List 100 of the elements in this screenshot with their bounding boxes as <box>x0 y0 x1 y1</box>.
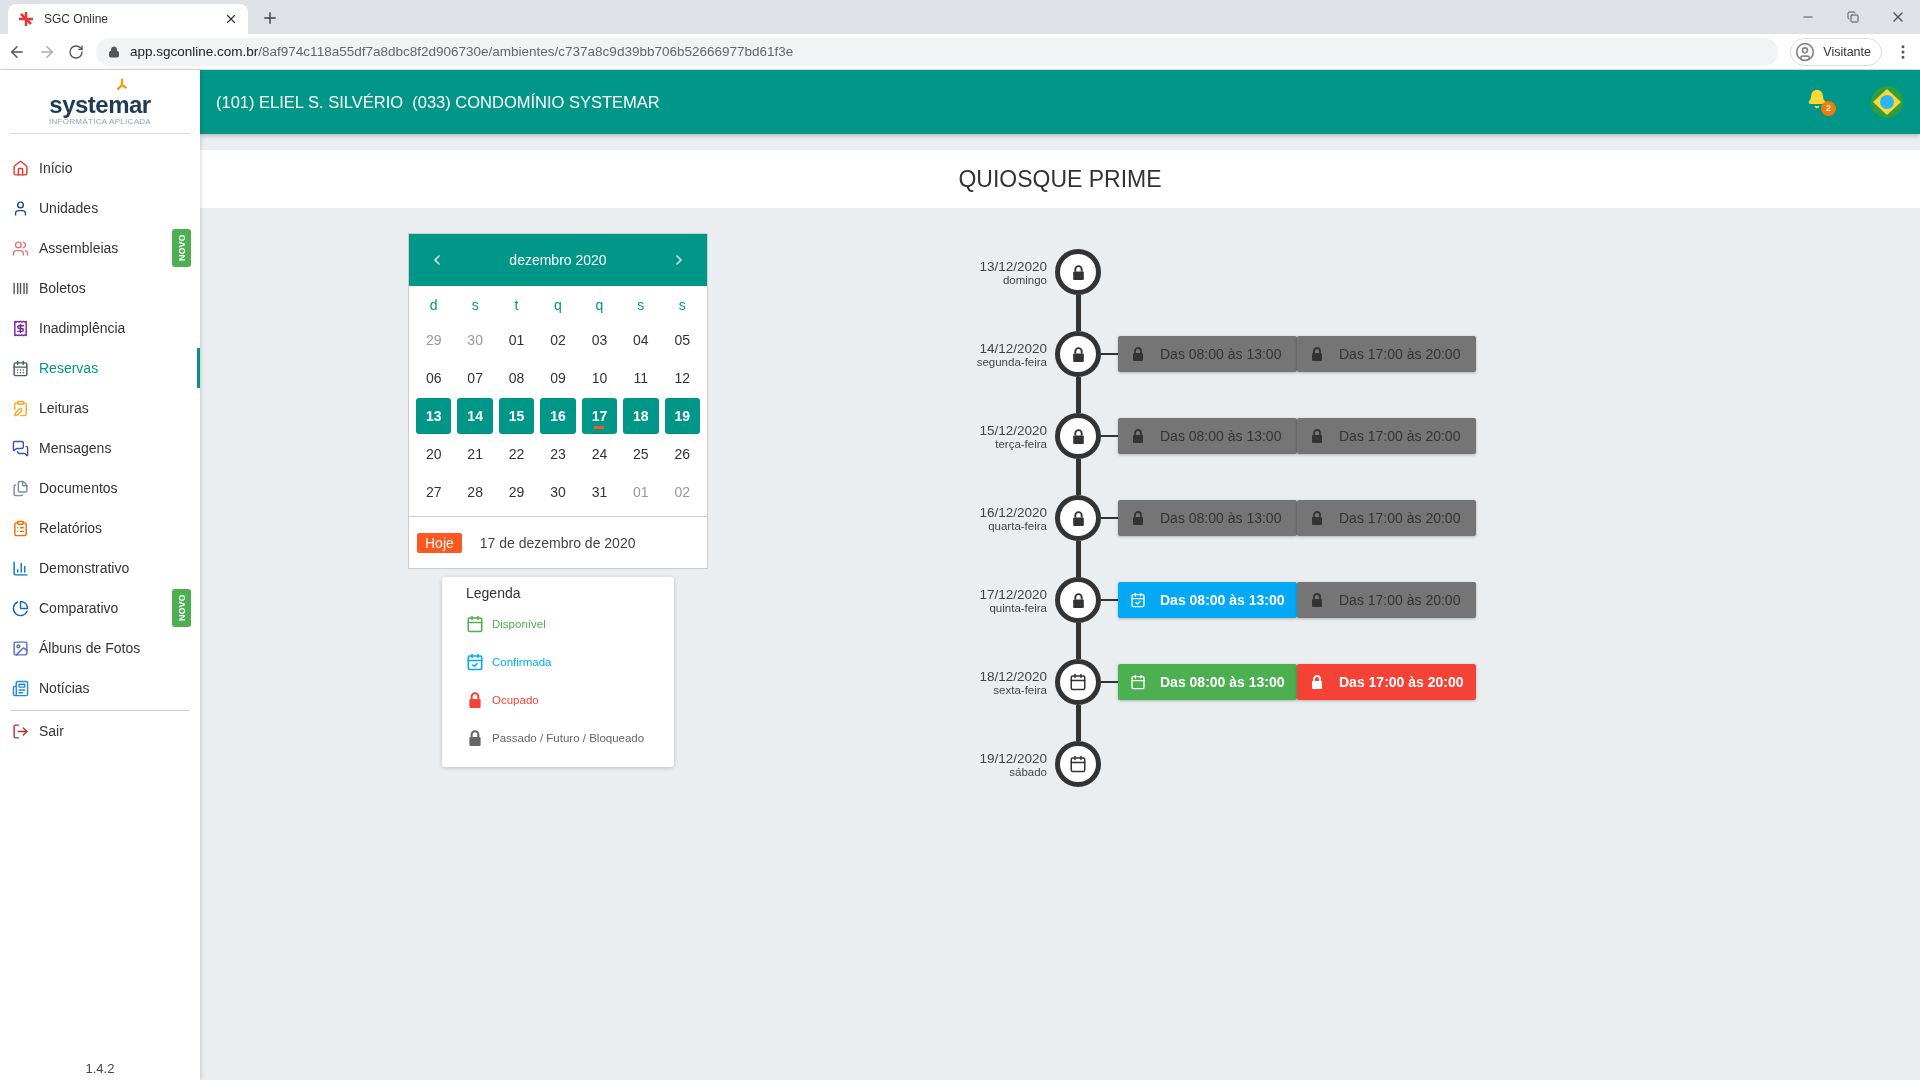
date-text: 14/12/2020 <box>979 340 1047 356</box>
lock-icon <box>1130 510 1146 526</box>
menu-item[interactable]: Relatórios <box>0 508 200 548</box>
menu-item[interactable]: Unidades <box>0 188 200 228</box>
address-bar[interactable]: app.sgconline.com.br/8af974c118a55df7a8dbc8f2d906730e/ambientes/c737a8c9d39bb706b52666977bd61f3e <box>96 37 1779 66</box>
calendar-day[interactable]: 06 <box>416 360 452 396</box>
chart-icon <box>12 559 29 577</box>
calendar-day[interactable]: 31 <box>581 474 618 510</box>
calendar-day[interactable]: 13 <box>416 398 452 434</box>
calendar-day[interactable]: 25 <box>623 436 659 472</box>
date-text: 13/12/2020 <box>979 258 1047 274</box>
weekday-text: sexta-feira <box>993 683 1047 696</box>
calendar-day[interactable]: 19 <box>664 398 700 434</box>
chat-icon <box>12 439 29 457</box>
version-text: 1.4.2 <box>84 1061 116 1078</box>
menu-item[interactable]: Inadimplência <box>0 308 200 348</box>
calendar-day[interactable]: 26 <box>664 436 700 472</box>
close-icon[interactable] <box>224 12 238 26</box>
calendar-day[interactable]: 16 <box>540 398 576 434</box>
lock-icon <box>466 691 484 709</box>
calendar-icon <box>1069 755 1087 773</box>
bell-icon <box>1807 88 1827 109</box>
menu-item[interactable]: Comparativo NOVO <box>0 588 200 628</box>
calendar-day[interactable]: 21 <box>457 436 493 472</box>
weekday-label: q <box>594 296 605 315</box>
menu-item[interactable]: Boletos <box>0 268 200 308</box>
calendar-day[interactable]: 11 <box>623 360 659 396</box>
calendar-day[interactable]: 18 <box>623 398 659 434</box>
menu-item[interactable]: Reservas <box>0 348 200 388</box>
new-tab-icon[interactable] <box>261 9 279 27</box>
calendar-day[interactable]: 05 <box>664 322 700 358</box>
calendar-day[interactable]: 15 <box>498 398 535 434</box>
lock-icon <box>1130 346 1146 362</box>
date-text: 15/12/2020 <box>979 422 1047 438</box>
newspaper-icon <box>12 679 29 697</box>
weekday-label: q <box>553 296 563 315</box>
calendar-day[interactable]: 30 <box>540 474 576 510</box>
date-text: 18/12/2020 <box>979 668 1047 684</box>
calendar-day[interactable]: 04 <box>623 322 659 358</box>
logo-mark-icon <box>115 77 129 92</box>
notification-count: 2 <box>1821 100 1836 116</box>
today-badge: Hoje <box>417 532 462 553</box>
calendar-day[interactable]: 07 <box>457 360 493 396</box>
calendar-day[interactable]: 14 <box>457 398 493 434</box>
weekday-text: terça-feira <box>995 437 1047 450</box>
menu-item[interactable]: Demonstrativo <box>0 548 200 588</box>
calendar-icon <box>12 359 29 377</box>
menu-item[interactable]: Mensagens <box>0 428 200 468</box>
menu-item[interactable]: Documentos <box>0 468 200 508</box>
month-title: dezembro 2020 <box>509 252 607 268</box>
calendar-day[interactable]: 08 <box>498 360 535 396</box>
calendar-day[interactable]: 03 <box>581 322 618 358</box>
weekday-text: quinta-feira <box>989 601 1047 614</box>
logout-icon <box>12 722 29 740</box>
logo-icon <box>18 11 34 27</box>
calendar-day[interactable]: 23 <box>540 436 576 472</box>
tab-title: SGC Online <box>44 12 110 26</box>
calendar-day[interactable]: 17 <box>581 398 618 434</box>
legend-label: Ocupado <box>492 694 539 706</box>
time-slot[interactable]: Das 17:00 às 20:00 <box>1297 664 1476 700</box>
date-text: 17/12/2020 <box>979 586 1047 602</box>
calendar-day[interactable]: 09 <box>540 360 576 396</box>
calendar-day[interactable]: 29 <box>498 474 535 510</box>
menu-item[interactable]: Álbuns de Fotos <box>0 628 200 668</box>
calendar-day[interactable]: 01 <box>498 322 535 358</box>
calendar-day[interactable]: 22 <box>498 436 535 472</box>
date-text: 16/12/2020 <box>979 504 1047 520</box>
calendar-icon <box>466 615 484 633</box>
reload-icon[interactable] <box>68 43 84 60</box>
date-text: 19/12/2020 <box>979 750 1047 766</box>
flag-icon[interactable] <box>1870 85 1904 119</box>
calendar-day[interactable]: 10 <box>581 360 618 396</box>
calendar-icon <box>1130 674 1146 690</box>
calendar-day[interactable]: 27 <box>416 474 452 510</box>
documents-icon <box>12 479 29 497</box>
menu-item[interactable]: Leituras <box>0 388 200 428</box>
calendar-day[interactable]: 12 <box>664 360 700 396</box>
image-icon <box>12 639 29 657</box>
lock-icon <box>1309 674 1325 690</box>
lock-icon <box>108 45 120 58</box>
weekday-label: s <box>677 296 687 315</box>
menu-item[interactable]: Notícias <box>0 668 200 708</box>
clipboard-icon <box>12 519 29 537</box>
restore-icon[interactable] <box>1846 11 1859 23</box>
new-badge: NOVO <box>172 229 191 267</box>
calendar-day[interactable]: 02 <box>540 322 576 358</box>
weekday-label: s <box>636 296 646 315</box>
receipt-icon <box>12 319 29 337</box>
menu-item[interactable]: Início <box>0 148 200 188</box>
logout-item[interactable]: Sair <box>0 711 200 751</box>
calendar-check-icon <box>1130 592 1146 608</box>
browser-tab[interactable]: SGC Online <box>8 4 248 34</box>
weekday-label: s <box>470 296 480 315</box>
calendar-day[interactable]: 24 <box>581 436 618 472</box>
logo-text: systemar <box>49 92 151 117</box>
person-icon <box>12 199 29 217</box>
legend-label: Disponível <box>492 618 546 630</box>
calendar-day[interactable]: 28 <box>457 474 493 510</box>
menu-item[interactable]: Assembleias NOVO <box>0 228 200 268</box>
calendar-day[interactable]: 20 <box>416 436 452 472</box>
